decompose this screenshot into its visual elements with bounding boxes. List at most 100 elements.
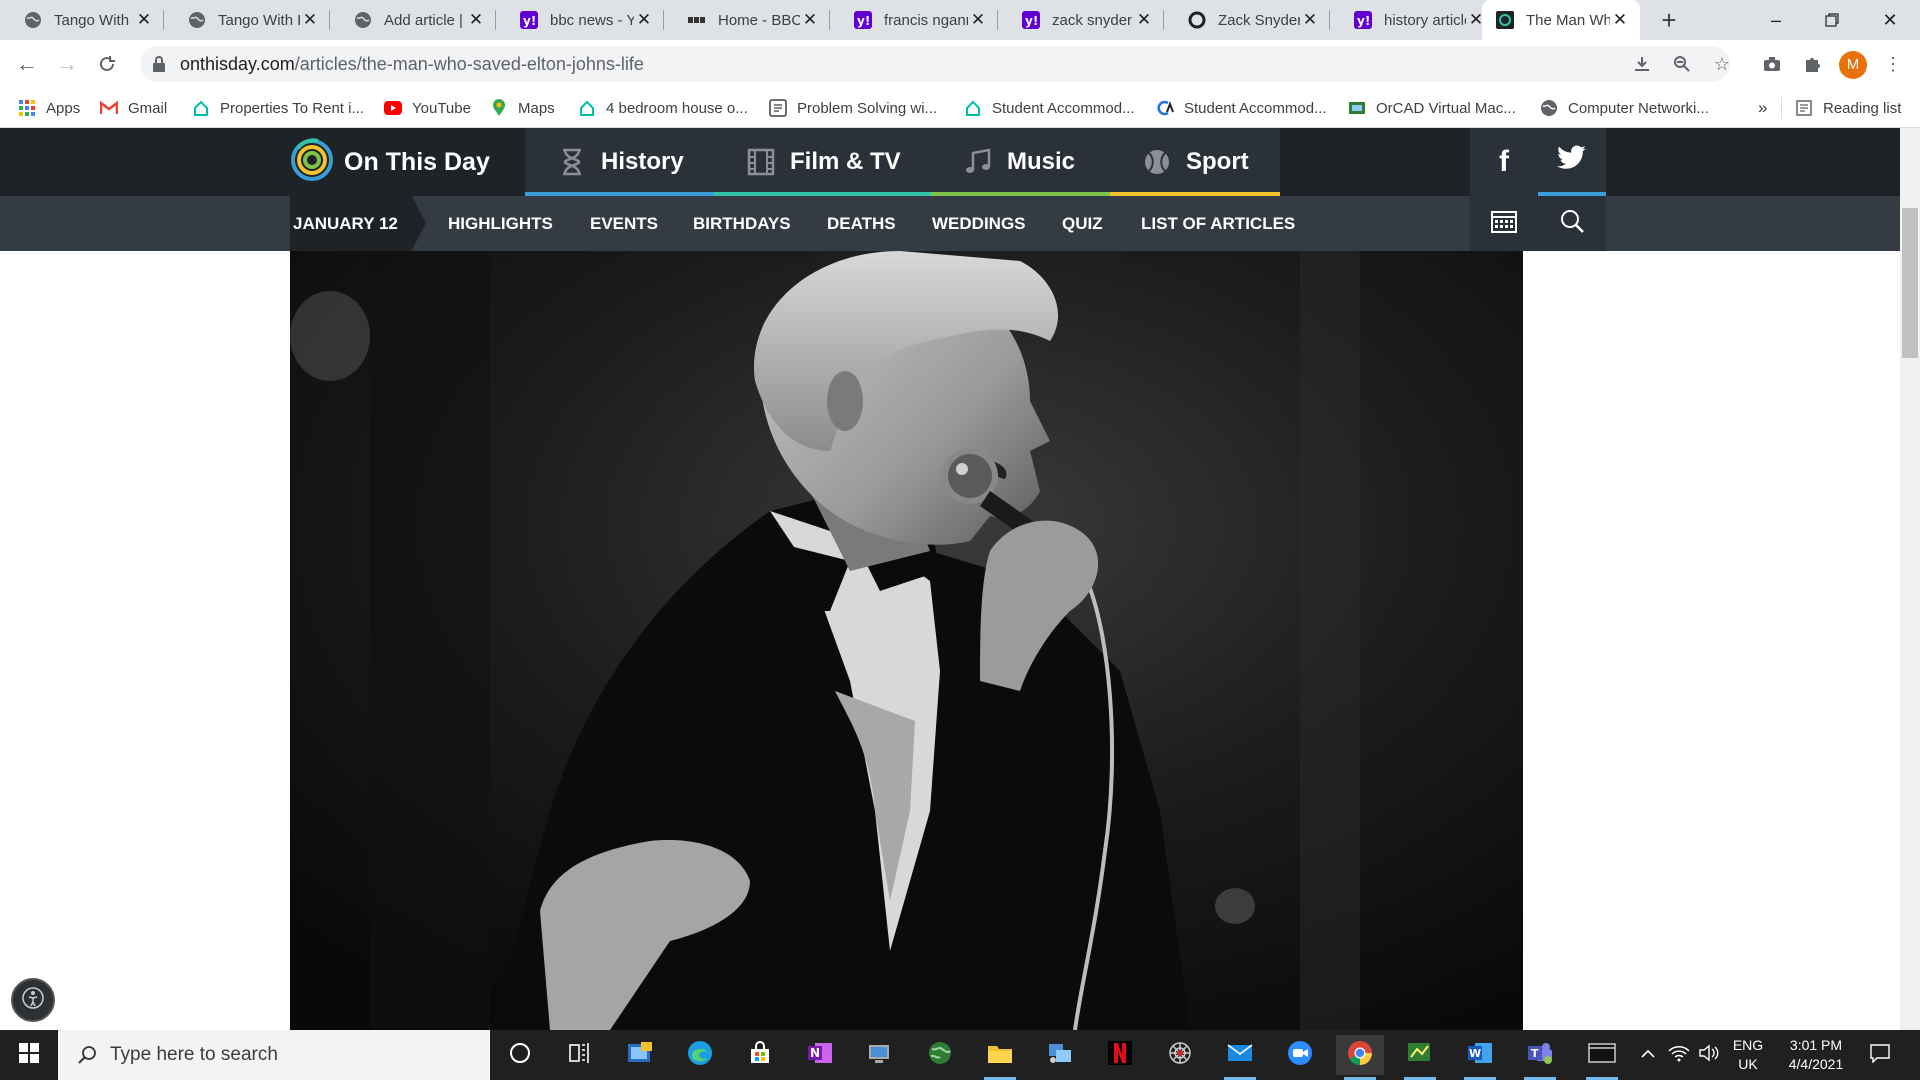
twitter-link[interactable] [1538, 128, 1606, 196]
tab[interactable]: y! francis ngannou ✕ [830, 0, 998, 40]
reading-list-button[interactable]: Reading list [1795, 88, 1901, 128]
bookmark-properties[interactable]: Properties To Rent i... [192, 88, 364, 128]
site-logo[interactable]: On This Day [290, 137, 490, 184]
close-icon[interactable]: ✕ [466, 10, 486, 30]
clock[interactable]: 3:01 PM 4/4/2021 [1772, 1036, 1860, 1074]
sub-link-list-of-articles[interactable]: LIST OF ARTICLES [1141, 196, 1295, 251]
taskbar-app-network[interactable] [1036, 1035, 1084, 1075]
volume-control[interactable] [1696, 1030, 1722, 1080]
minimize-button[interactable]: – [1748, 0, 1804, 40]
show-hidden-icons-button[interactable] [1636, 1030, 1660, 1080]
taskbar-app-teams[interactable]: T [1516, 1035, 1564, 1080]
tab[interactable]: y! bbc news - Yahoo Search ✕ [496, 0, 664, 40]
tab[interactable]: y! zack snyder justice league ✕ [998, 0, 1164, 40]
start-button[interactable] [0, 1030, 58, 1080]
new-tab-button[interactable]: + [1655, 6, 1683, 34]
tab[interactable]: Zack Snyder's Justice League ✕ [1164, 0, 1330, 40]
close-icon[interactable]: ✕ [968, 10, 988, 30]
taskbar-app-word[interactable]: W [1456, 1035, 1504, 1080]
sub-link-highlights[interactable]: HIGHLIGHTS [448, 196, 553, 251]
zoom-icon[interactable] [1669, 51, 1695, 77]
close-icon[interactable]: ✕ [300, 10, 320, 30]
tab[interactable]: Tango With Django ✕ [0, 0, 164, 40]
circle-icon [1188, 11, 1206, 29]
close-icon[interactable]: ✕ [1300, 10, 1320, 30]
nav-music[interactable]: Music [931, 128, 1110, 196]
bookmarks-overflow-button[interactable]: » [1758, 88, 1767, 128]
camera-icon[interactable] [1759, 51, 1785, 77]
taskbar-app-file-explorer[interactable] [976, 1035, 1024, 1080]
bookmark-maps[interactable]: Maps [490, 88, 555, 128]
bookmark-4-bedroom[interactable]: 4 bedroom house o... [578, 88, 748, 128]
sub-link-weddings[interactable]: WEDDINGS [932, 196, 1026, 251]
taskbar-app-globe[interactable] [916, 1035, 964, 1075]
extensions-puzzle-icon[interactable] [1799, 51, 1825, 77]
bookmark-youtube[interactable]: YouTube [384, 88, 471, 128]
address-bar[interactable]: onthisday.com/articles/the-man-who-saved… [140, 46, 1730, 82]
tab[interactable]: y! history articles ✕ [1330, 0, 1496, 40]
network-status[interactable] [1666, 1030, 1692, 1080]
close-icon[interactable]: ✕ [634, 10, 654, 30]
tab[interactable]: Add article | On This Day ✕ [330, 0, 496, 40]
close-icon[interactable]: ✕ [1134, 10, 1154, 30]
input-language-indicator[interactable]: ENG UK [1728, 1036, 1768, 1074]
bookmark-gmail[interactable]: Gmail [100, 88, 167, 128]
bookmark-apps[interactable]: Apps [18, 88, 80, 128]
close-icon[interactable]: ✕ [800, 10, 820, 30]
speaker-icon [1698, 1044, 1720, 1067]
sub-link-deaths[interactable]: DEATHS [827, 196, 896, 251]
taskbar-app-zoom[interactable] [1276, 1035, 1324, 1075]
reload-button[interactable] [92, 49, 122, 79]
bookmark-label: Computer Networki... [1568, 99, 1709, 117]
close-window-button[interactable]: ✕ [1862, 0, 1918, 40]
bookmark-problem-solving[interactable]: Problem Solving wi... [769, 88, 937, 128]
youtube-icon [384, 99, 402, 117]
notifications-button[interactable] [1860, 1030, 1900, 1080]
tab[interactable]: Tango With Django ✕ [164, 0, 330, 40]
taskbar-app-mail[interactable] [1216, 1035, 1264, 1080]
forward-button[interactable]: → [52, 49, 82, 79]
taskbar-app-store[interactable] [736, 1035, 784, 1075]
close-icon[interactable]: ✕ [1610, 10, 1630, 30]
tab-active[interactable]: The Man Who Saved Elton John's Life ✕ [1482, 0, 1640, 40]
url-text: onthisday.com/articles/the-man-who-saved… [180, 54, 644, 75]
bookmark-orcad[interactable]: OrCAD Virtual Mac... [1348, 88, 1516, 128]
bookmark-star-icon[interactable]: ☆ [1709, 51, 1735, 77]
facebook-link[interactable]: f [1470, 128, 1538, 196]
cortana-button[interactable] [496, 1035, 544, 1075]
nav-history[interactable]: History [525, 128, 714, 196]
scrollbar-thumb[interactable] [1902, 208, 1918, 358]
menu-dots-icon[interactable]: ⋮ [1880, 51, 1906, 77]
taskbar-app-onenote[interactable]: N [796, 1035, 844, 1075]
profile-avatar[interactable]: M [1839, 51, 1867, 79]
page-scrollbar[interactable] [1900, 128, 1920, 1030]
calendar-button[interactable] [1470, 196, 1538, 251]
taskbar-app-terminal[interactable] [1578, 1035, 1626, 1080]
close-icon[interactable]: ✕ [134, 10, 154, 30]
site-search-button[interactable] [1538, 196, 1606, 251]
sub-link-birthdays[interactable]: BIRTHDAYS [693, 196, 791, 251]
taskbar-app-orcad[interactable] [1396, 1035, 1444, 1080]
sub-link-quiz[interactable]: QUIZ [1062, 196, 1103, 251]
taskbar-search-box[interactable]: Type here to search [58, 1030, 490, 1080]
bookmark-student-accommodation-2[interactable]: Student Accommod... [1156, 88, 1327, 128]
accessibility-button[interactable] [11, 978, 55, 1022]
install-icon[interactable] [1629, 51, 1655, 77]
tab[interactable]: Home - BBC News ✕ [664, 0, 830, 40]
current-date-label[interactable]: JANUARY 12 [290, 196, 426, 251]
nav-sport[interactable]: Sport [1110, 128, 1280, 196]
taskbar-app-netflix[interactable] [1096, 1035, 1144, 1075]
taskbar-app-photos[interactable] [616, 1035, 664, 1075]
back-button[interactable]: ← [12, 49, 42, 79]
restore-button[interactable] [1804, 0, 1860, 40]
sub-link-events[interactable]: EVENTS [590, 196, 658, 251]
bookmark-student-accommodation[interactable]: Student Accommod... [964, 88, 1135, 128]
task-view-button[interactable] [556, 1035, 604, 1075]
bookmark-computer-networking[interactable]: Computer Networki... [1540, 88, 1709, 128]
taskbar-app-edge[interactable] [676, 1035, 724, 1075]
taskbar-app-remote[interactable] [856, 1035, 904, 1075]
taskbar-app-chrome[interactable] [1336, 1035, 1384, 1080]
yahoo-icon: y! [854, 11, 872, 29]
taskbar-app-spider[interactable] [1156, 1035, 1204, 1075]
nav-film-tv[interactable]: Film & TV [714, 128, 931, 196]
